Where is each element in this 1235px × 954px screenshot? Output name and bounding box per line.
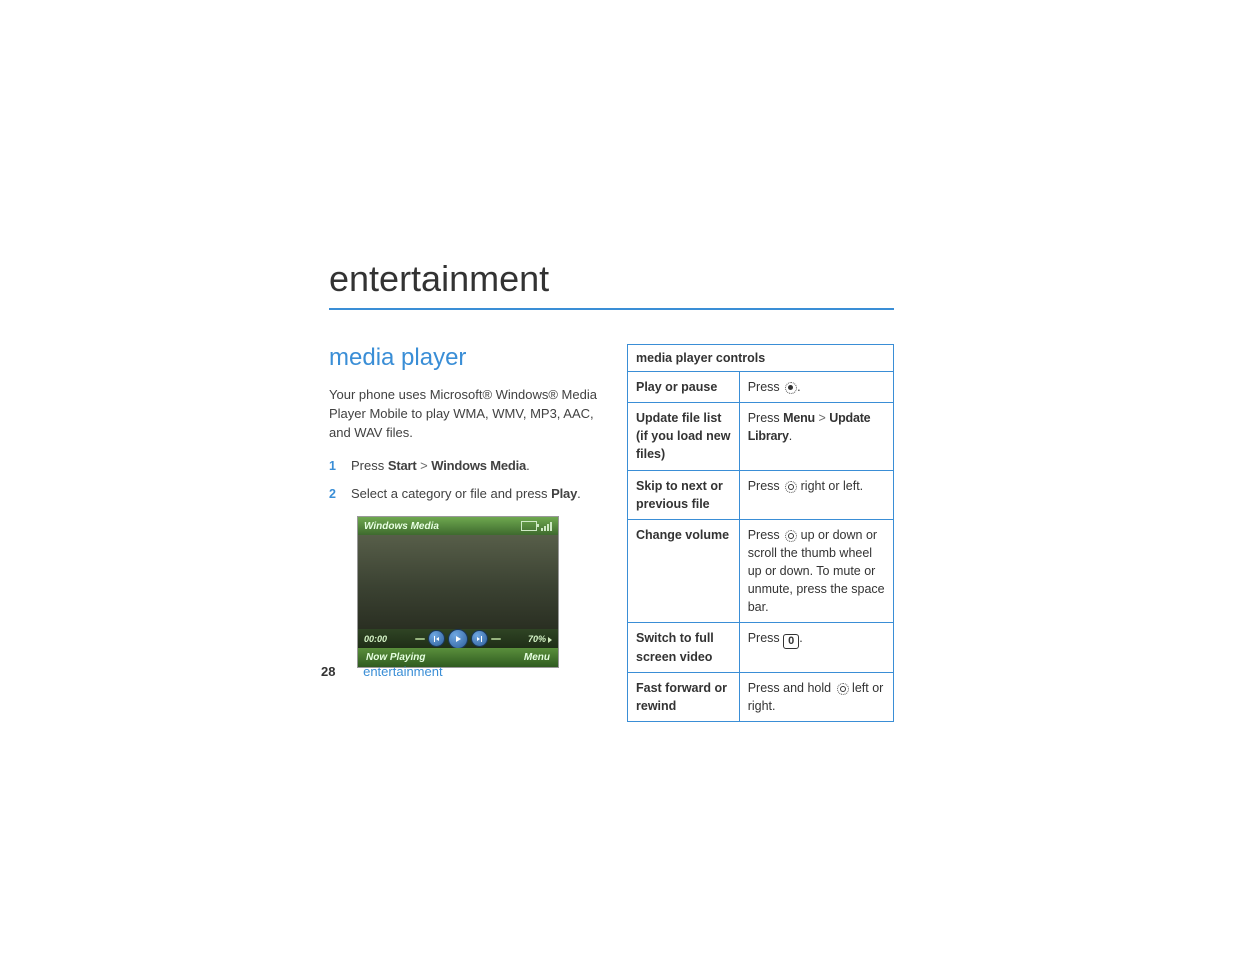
phone-rail-right [491,638,501,640]
phone-video-area [358,535,558,629]
step-2-menu-play: Play [551,486,577,501]
phone-volume: 70% [528,634,552,644]
control-action: Press up or down or scroll the thumb whe… [739,519,893,623]
center-select-key-icon [783,380,797,394]
prev-button-icon [428,630,445,647]
page-footer: 28 entertainment [321,664,443,679]
step-1: Press Start > Windows Media. [329,457,597,476]
phone-time: 00:00 [364,634,387,644]
intro-paragraph: Your phone uses Microsoft® Windows® Medi… [329,386,597,443]
step-1-menu-start: Start [388,458,417,473]
next-button-icon [471,630,488,647]
softkey-left: Now Playing [366,652,425,663]
step-1-suffix: . [526,458,530,473]
control-action: Press right or left. [739,470,893,519]
step-2-prefix: Select a category or file and press [351,486,551,501]
phone-screenshot: Windows Media 00:00 [357,516,559,668]
r2-prefix: Press [748,411,783,425]
control-name: Change volume [628,519,740,623]
step-2-suffix: . [577,486,581,501]
phone-volume-value: 70% [528,634,546,644]
r2-suffix: . [789,429,792,443]
control-name: Switch to full screen video [628,623,740,672]
control-action: Press and hold left or right. [739,672,893,721]
r1-prefix: Press [748,380,783,394]
step-2: Select a category or file and press Play… [329,485,597,504]
control-name: Skip to next or previous file [628,470,740,519]
r6-prefix: Press and hold [748,681,835,695]
zero-key-icon: 0 [783,634,799,649]
steps-list: Press Start > Windows Media. Select a ca… [329,457,597,505]
phone-app-title: Windows Media [364,521,439,532]
r2-menu-a: Menu [783,411,815,425]
control-action: Press 0. [739,623,893,672]
r1-suffix: . [797,380,800,394]
r3-prefix: Press [748,479,783,493]
softkey-right: Menu [524,652,550,663]
nav-key-icon [783,528,797,542]
control-action: Press Menu > Update Library. [739,403,893,470]
r2-sep: > [815,411,829,425]
phone-transport-controls [415,629,501,649]
section-title: media player [329,344,597,372]
r5-suffix: . [799,631,802,645]
r3-suffix: right or left. [797,479,863,493]
control-action: Press . [739,372,893,403]
table-row: Update file list (if you load new files)… [628,403,894,470]
chapter-title: entertainment [329,258,894,300]
controls-table-header: media player controls [628,345,894,372]
volume-triangle-icon [548,637,552,643]
phone-titlebar: Windows Media [358,517,558,536]
right-column: media player controls Play or pause Pres… [627,344,894,722]
left-column: media player Your phone uses Microsoft® … [329,344,597,668]
step-1-sep: > [416,458,431,473]
step-1-menu-wm: Windows Media [431,458,526,473]
phone-transport-bar: 00:00 70% [358,629,558,648]
controls-table: media player controls Play or pause Pres… [627,344,894,722]
nav-key-icon [835,681,849,695]
nav-key-icon [783,479,797,493]
table-row: Fast forward or rewind Press and hold le… [628,672,894,721]
r5-prefix: Press [748,631,783,645]
step-1-prefix: Press [351,458,388,473]
control-name: Play or pause [628,372,740,403]
running-title: entertainment [363,664,443,679]
battery-icon [521,521,537,531]
phone-status-icons [521,521,552,531]
table-row: Skip to next or previous file Press righ… [628,470,894,519]
r4-prefix: Press [748,528,783,542]
control-name: Update file list (if you load new files) [628,403,740,470]
play-button-icon [448,629,468,649]
signal-icon [541,522,552,531]
page-number: 28 [321,664,335,679]
table-row: Switch to full screen video Press 0. [628,623,894,672]
phone-rail-left [415,638,425,640]
control-name: Fast forward or rewind [628,672,740,721]
table-row: Change volume Press up or down or scroll… [628,519,894,623]
chapter-rule [329,308,894,310]
table-row: Play or pause Press . [628,372,894,403]
